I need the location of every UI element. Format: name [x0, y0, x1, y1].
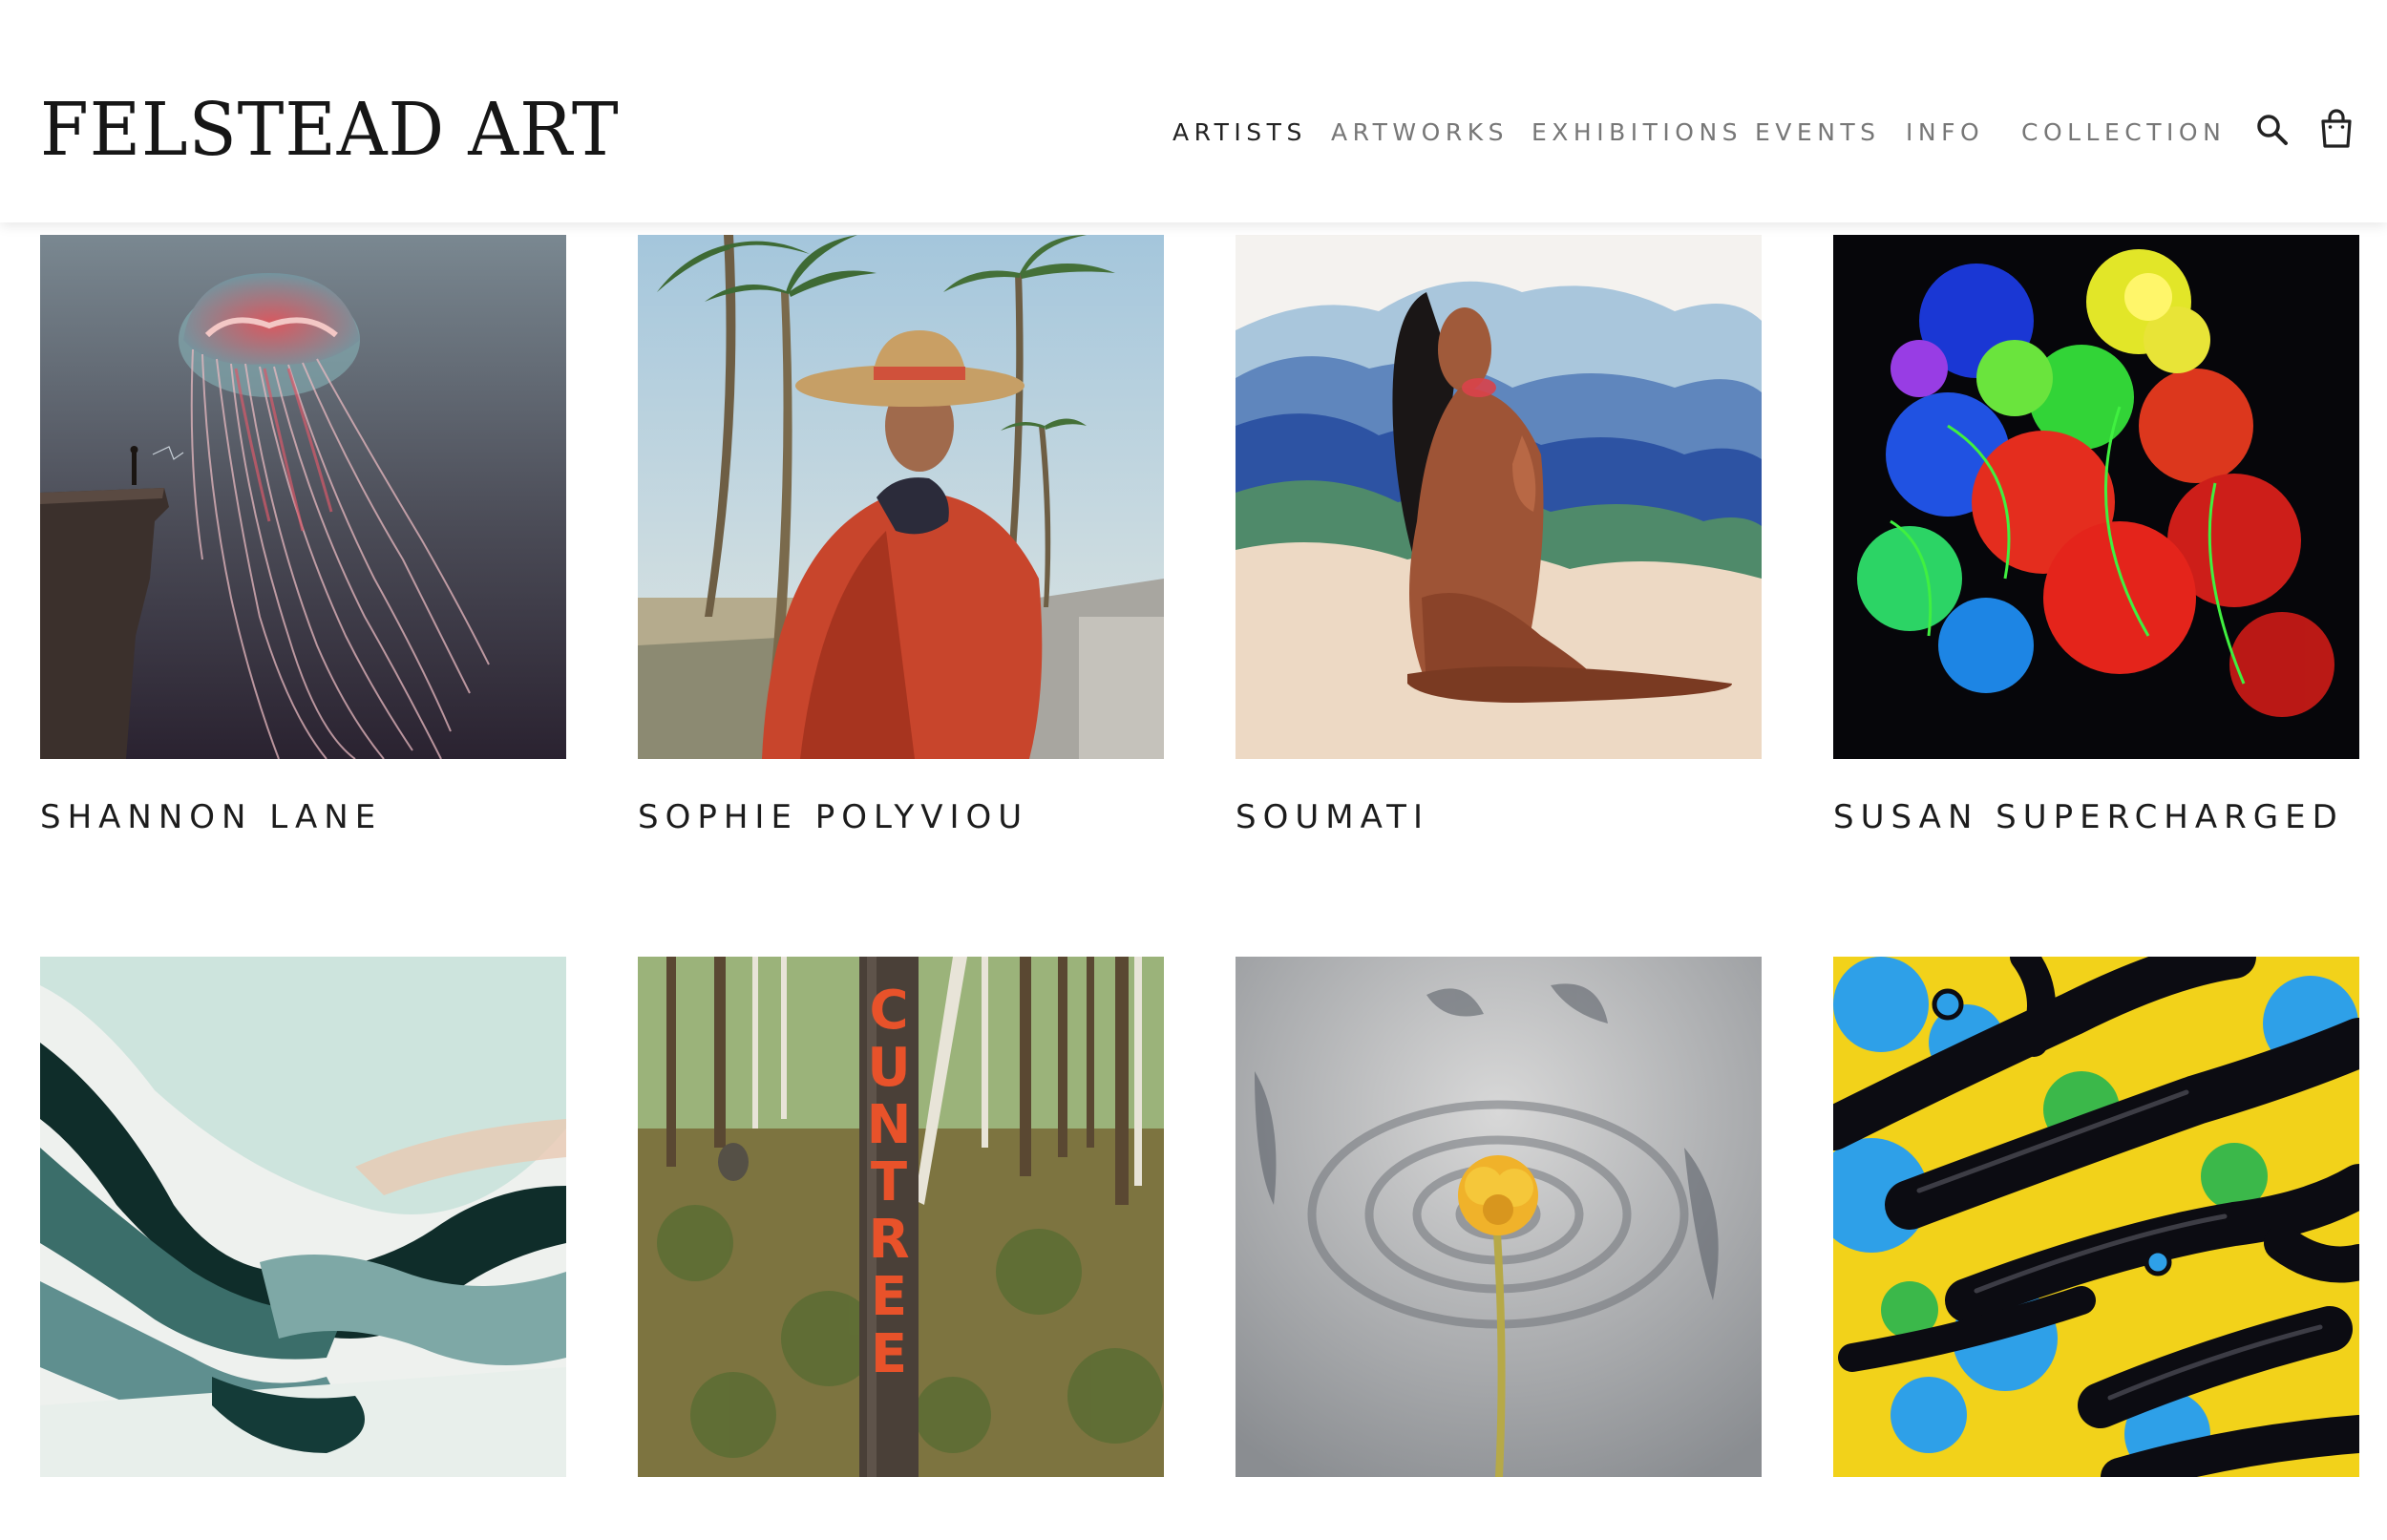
svg-text:T: T — [871, 1151, 907, 1213]
svg-text:N: N — [867, 1094, 912, 1156]
artist-name[interactable]: SOPHIE POLYVIOU — [638, 798, 1028, 836]
artist-name[interactable]: SHANNON LANE — [40, 798, 382, 836]
artist-name[interactable]: SUSAN SUPERCHARGED — [1833, 798, 2344, 836]
artist-name[interactable]: SOUMATI — [1236, 798, 1429, 836]
search-icon[interactable] — [2255, 113, 2290, 151]
site-header: FELSTEAD ART ARTISTS ARTWORKS EXHIBITION… — [0, 0, 2387, 222]
svg-text:C: C — [869, 980, 908, 1042]
artist-artwork-image[interactable]: C U N T R E E — [638, 957, 1164, 1477]
site-logo[interactable]: FELSTEAD ART — [40, 88, 620, 173]
shopping-bag-icon[interactable] — [2318, 109, 2355, 153]
nav-item-artworks[interactable]: ARTWORKS — [1331, 118, 1509, 146]
svg-text:U: U — [867, 1037, 910, 1099]
artist-artwork-image[interactable] — [638, 235, 1164, 759]
artist-artwork-image[interactable] — [40, 235, 566, 759]
artist-artwork-image[interactable] — [1833, 957, 2359, 1477]
nav-item-collection[interactable]: COLLECTION — [2021, 118, 2226, 146]
artist-artwork-image[interactable] — [1236, 235, 1762, 759]
nav-item-info[interactable]: INFO — [1906, 118, 1984, 146]
nav-item-events[interactable]: EVENTS — [1755, 118, 1881, 146]
artist-artwork-image[interactable] — [1236, 957, 1762, 1477]
artist-artwork-image[interactable] — [40, 957, 566, 1477]
svg-text:E: E — [871, 1323, 907, 1385]
artist-artwork-image[interactable] — [1833, 235, 2359, 759]
svg-text:E: E — [871, 1266, 907, 1328]
nav-item-exhibitions[interactable]: EXHIBITIONS — [1531, 118, 1743, 146]
svg-text:R: R — [868, 1209, 909, 1271]
nav-item-artists[interactable]: ARTISTS — [1172, 118, 1307, 146]
